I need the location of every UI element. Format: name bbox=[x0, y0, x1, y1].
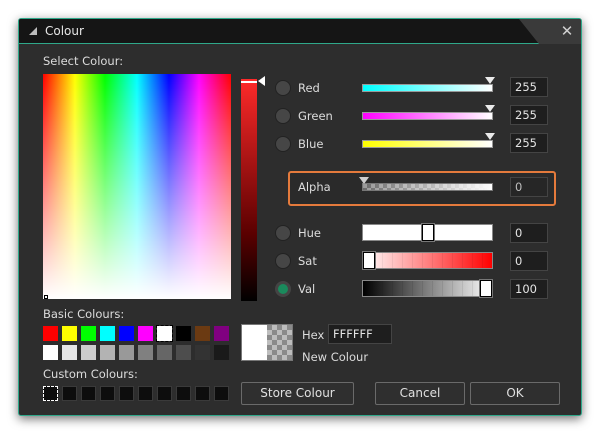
basic-colour-swatch[interactable] bbox=[119, 326, 134, 341]
basic-colour-swatch[interactable] bbox=[156, 325, 173, 342]
colour-dialog: Colour ✕ Select Colour: Red 255 Green 25… bbox=[18, 18, 582, 416]
blue-slider-thumb[interactable] bbox=[485, 133, 495, 140]
colour-preview bbox=[241, 324, 293, 361]
basic-colour-swatch[interactable] bbox=[119, 345, 134, 360]
basic-colour-swatch[interactable] bbox=[138, 345, 153, 360]
hue-label: Hue bbox=[298, 226, 322, 240]
colour-field-cursor[interactable] bbox=[44, 295, 48, 299]
basic-colour-swatch[interactable] bbox=[176, 326, 191, 341]
basic-colours-label: Basic Colours: bbox=[43, 307, 125, 321]
basic-colour-swatch[interactable] bbox=[43, 326, 58, 341]
title-bar[interactable]: Colour ✕ bbox=[19, 19, 581, 44]
custom-colour-slot[interactable] bbox=[100, 386, 115, 401]
red-value[interactable]: 255 bbox=[510, 77, 548, 97]
red-label: Red bbox=[298, 81, 320, 95]
sat-slider[interactable] bbox=[362, 251, 493, 270]
radio-hue[interactable] bbox=[275, 225, 291, 241]
value-strip[interactable] bbox=[241, 79, 257, 301]
custom-colour-slot[interactable] bbox=[195, 386, 210, 401]
sat-label: Sat bbox=[298, 254, 317, 268]
basic-colour-swatch[interactable] bbox=[195, 345, 210, 360]
preview-transparent bbox=[267, 325, 292, 360]
radio-val[interactable] bbox=[275, 281, 291, 297]
basic-colour-swatch[interactable] bbox=[81, 326, 96, 341]
hue-slider[interactable] bbox=[362, 223, 493, 242]
hex-label: Hex bbox=[302, 328, 325, 342]
alpha-slider-thumb[interactable] bbox=[359, 177, 369, 184]
basic-colour-swatch[interactable] bbox=[138, 326, 153, 341]
custom-colour-slot[interactable] bbox=[176, 386, 191, 401]
green-slider-thumb[interactable] bbox=[485, 105, 495, 112]
custom-colour-slot[interactable] bbox=[138, 386, 153, 401]
collapse-icon[interactable] bbox=[29, 27, 37, 35]
val-label: Val bbox=[298, 282, 316, 296]
blue-slider[interactable] bbox=[362, 140, 493, 148]
basic-colour-swatch[interactable] bbox=[100, 326, 115, 341]
basic-colour-swatch[interactable] bbox=[43, 345, 58, 360]
basic-colour-swatch[interactable] bbox=[214, 345, 229, 360]
ok-button[interactable]: OK bbox=[470, 382, 560, 405]
basic-colour-swatch[interactable] bbox=[214, 326, 229, 341]
red-slider[interactable] bbox=[362, 84, 493, 92]
custom-colour-slot[interactable] bbox=[119, 386, 134, 401]
val-slider-thumb[interactable] bbox=[479, 279, 493, 298]
sat-slider-thumb[interactable] bbox=[362, 251, 376, 270]
basic-colour-swatch[interactable] bbox=[62, 326, 77, 341]
custom-colour-slot[interactable] bbox=[43, 386, 58, 401]
new-colour-label: New Colour bbox=[302, 350, 369, 364]
colour-field[interactable] bbox=[43, 74, 231, 299]
custom-colour-slot[interactable] bbox=[214, 386, 229, 401]
blue-value[interactable]: 255 bbox=[510, 133, 548, 153]
val-slider[interactable] bbox=[362, 279, 493, 298]
dialog-title: Colour bbox=[45, 24, 84, 38]
value-strip-marker bbox=[241, 81, 257, 83]
green-label: Green bbox=[298, 109, 333, 123]
radio-blue[interactable] bbox=[275, 136, 291, 152]
basic-colour-swatch[interactable] bbox=[195, 326, 210, 341]
radio-red[interactable] bbox=[275, 80, 291, 96]
blue-label: Blue bbox=[298, 137, 324, 151]
basic-colour-swatch[interactable] bbox=[62, 345, 77, 360]
hue-value[interactable]: 0 bbox=[510, 223, 548, 243]
radio-sat[interactable] bbox=[275, 253, 291, 269]
custom-colour-slot[interactable] bbox=[157, 386, 172, 401]
custom-colour-slot[interactable] bbox=[81, 386, 96, 401]
custom-colour-slot[interactable] bbox=[62, 386, 77, 401]
close-button[interactable]: ✕ bbox=[559, 23, 575, 39]
basic-colour-swatch[interactable] bbox=[176, 345, 191, 360]
green-value[interactable]: 255 bbox=[510, 105, 548, 125]
val-value[interactable]: 100 bbox=[510, 279, 548, 299]
hue-slider-thumb[interactable] bbox=[421, 223, 435, 242]
radio-green[interactable] bbox=[275, 108, 291, 124]
alpha-slider[interactable] bbox=[362, 183, 493, 191]
alpha-label: Alpha bbox=[298, 180, 331, 194]
cancel-button[interactable]: Cancel bbox=[375, 382, 465, 405]
red-slider-thumb[interactable] bbox=[485, 77, 495, 84]
alpha-value[interactable]: 0 bbox=[510, 177, 548, 197]
value-strip-pointer-icon[interactable] bbox=[258, 76, 265, 86]
basic-colour-swatch[interactable] bbox=[81, 345, 96, 360]
title-tab bbox=[19, 19, 539, 44]
hex-input[interactable]: FFFFFF bbox=[328, 324, 392, 344]
select-colour-label: Select Colour: bbox=[43, 54, 124, 68]
store-colour-button[interactable]: Store Colour bbox=[241, 382, 354, 405]
green-slider[interactable] bbox=[362, 112, 493, 120]
preview-opaque bbox=[242, 325, 267, 360]
basic-colour-swatch[interactable] bbox=[157, 345, 172, 360]
basic-colour-swatch[interactable] bbox=[100, 345, 115, 360]
custom-colours-label: Custom Colours: bbox=[43, 367, 138, 381]
sat-value[interactable]: 0 bbox=[510, 251, 548, 271]
